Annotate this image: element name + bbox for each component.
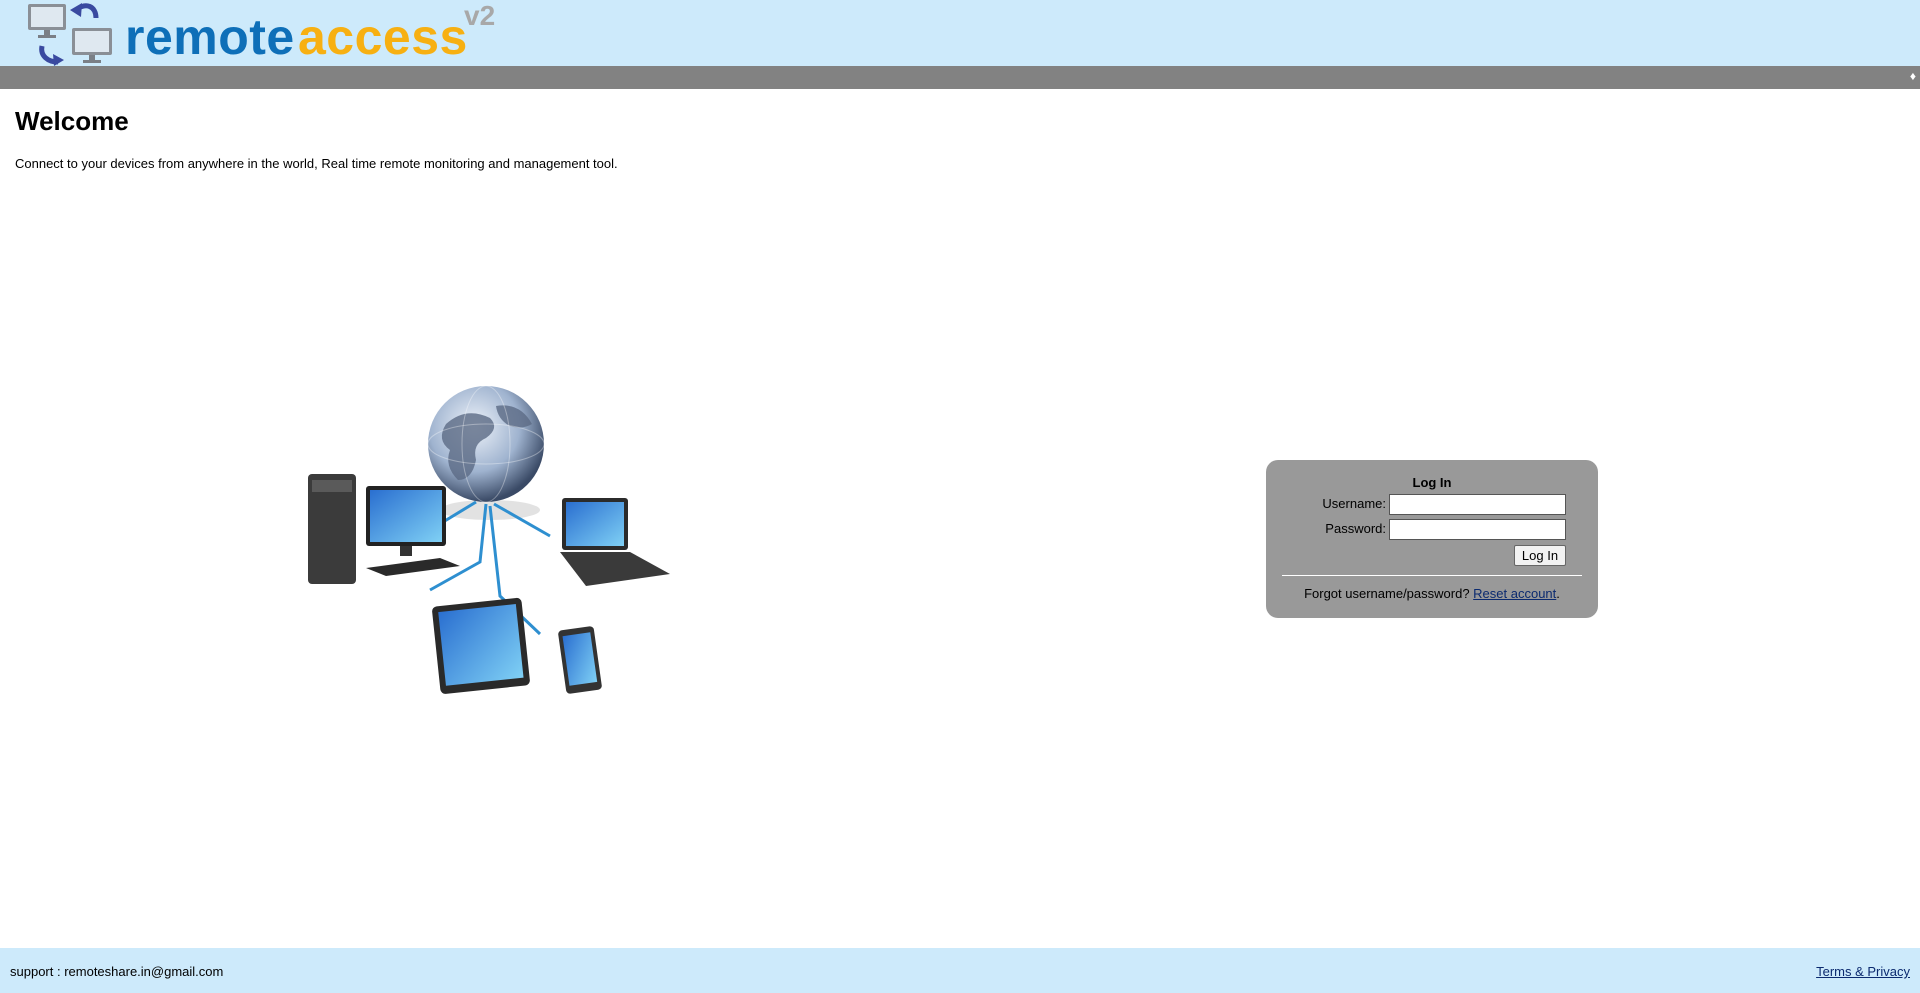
diamond-icon[interactable]: ♦ xyxy=(1910,69,1916,83)
globe-network-devices-illustration xyxy=(308,385,670,694)
reset-account-link[interactable]: Reset account xyxy=(1473,586,1556,601)
nav-bar: ♦ xyxy=(0,66,1920,89)
login-button[interactable]: Log In xyxy=(1514,545,1566,566)
username-label: Username: xyxy=(1322,496,1386,511)
login-title: Log In xyxy=(1412,475,1452,490)
logo-text-remote: remote xyxy=(125,9,295,65)
support-email: support : remoteshare.in@gmail.com xyxy=(10,964,224,979)
password-label: Password: xyxy=(1325,521,1386,536)
password-field[interactable] xyxy=(1389,519,1566,540)
site-footer: support : remoteshare.in@gmail.com Terms… xyxy=(0,948,1920,993)
logo-text-access: access xyxy=(298,9,468,65)
logo-version: v2 xyxy=(464,0,496,31)
login-divider xyxy=(1282,575,1582,576)
site-header: remote access v2 xyxy=(0,0,1920,66)
terms-privacy-link[interactable]: Terms & Privacy xyxy=(1816,964,1910,979)
username-field[interactable] xyxy=(1389,494,1566,515)
forgot-period: . xyxy=(1556,586,1560,601)
page-title: Welcome xyxy=(15,106,129,136)
tagline: Connect to your devices from anywhere in… xyxy=(15,156,618,171)
login-panel: Log In Username: Password: Log In Forgot… xyxy=(1266,460,1598,618)
forgot-label: Forgot username/password? xyxy=(1304,586,1474,601)
two-monitors-sync-icon xyxy=(28,3,112,66)
forgot-credentials-text: Forgot username/password? Reset account. xyxy=(1266,586,1598,601)
